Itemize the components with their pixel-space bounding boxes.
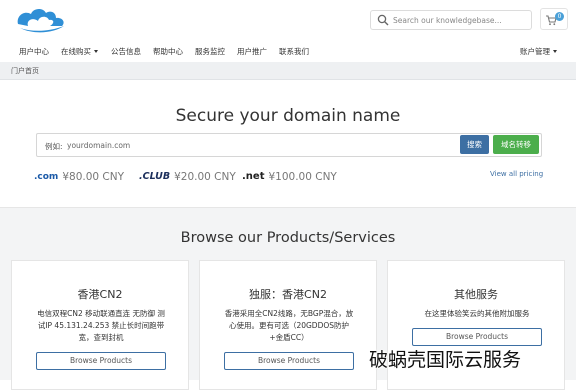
product-card-title: 香港CN2: [77, 288, 123, 301]
breadcrumb-home[interactable]: 门户首页: [11, 66, 39, 76]
products-heading: Browse our Products/Services: [180, 230, 396, 246]
nav-item-label: 账户管理: [520, 47, 550, 56]
view-all-pricing-link[interactable]: View all pricing: [490, 170, 543, 178]
browse-products-button[interactable]: Browse Products: [36, 352, 166, 370]
main-nav: 用户中心 在线购买 公告信息 帮助中心 服务监控 用户推广 联系我们 账户管理: [0, 43, 576, 61]
product-card-description: 香港采用全CN2线路，无BGP混合，放心使用。更有可选（20GDDOS防护+金盾…: [224, 309, 354, 342]
watermark-text: 破蜗壳国际云服务: [369, 349, 522, 371]
nav-item-label: 在线购买: [61, 47, 91, 56]
product-card-description: 在这里体验笑云的其他附加服务: [424, 309, 530, 318]
domain-search-section: Secure your domain name 例如: 搜索 域名转移 .com…: [0, 80, 576, 207]
tld-com[interactable]: .com ¥80.00 CNY: [34, 166, 125, 183]
caret-down-icon: [553, 50, 557, 53]
nav-item-contact[interactable]: 联系我们: [279, 46, 309, 57]
product-card-title: 独服：香港CN2: [249, 288, 327, 301]
browse-products-button[interactable]: Browse Products: [412, 328, 542, 346]
tld-net[interactable]: .net ¥100.00 CNY: [242, 166, 337, 183]
domain-example-prefix: 例如:: [45, 142, 63, 151]
nav-item-announcements[interactable]: 公告信息: [111, 46, 141, 57]
tld-logo-com: .com: [34, 171, 59, 182]
browse-products-button[interactable]: Browse Products: [224, 352, 354, 370]
search-icon: [377, 14, 389, 26]
product-card: 独服：香港CN2 香港采用全CN2线路，无BGP混合，放心使用。更有可选（20G…: [199, 260, 377, 390]
nav-item-user-center[interactable]: 用户中心: [19, 46, 49, 57]
tld-logo-club: .CLUB: [139, 171, 171, 182]
domain-input[interactable]: [67, 137, 407, 153]
tld-logo-net: .net: [242, 171, 265, 182]
nav-item-help-center[interactable]: 帮助中心: [153, 46, 183, 57]
domain-transfer-button[interactable]: 域名转移: [493, 135, 539, 154]
tld-club[interactable]: .CLUB ¥20.00 CNY: [139, 166, 236, 183]
domain-heading: Secure your domain name: [175, 106, 401, 126]
search-input[interactable]: [393, 12, 529, 28]
product-card: 香港CN2 电信双程CN2 移动联通直连 无防御 测试IP 45.131.24.…: [11, 260, 189, 390]
cart-button[interactable]: 0: [540, 8, 568, 30]
tld-price: ¥80.00 CNY: [62, 170, 125, 183]
cloud-logo-icon[interactable]: [14, 4, 70, 34]
caret-down-icon: [94, 50, 98, 53]
tld-price: ¥20.00 CNY: [174, 170, 236, 183]
nav-item-service-monitor[interactable]: 服务监控: [195, 46, 225, 57]
nav-item-affiliates[interactable]: 用户推广: [237, 46, 267, 57]
knowledgebase-search[interactable]: [370, 10, 532, 30]
breadcrumb: 门户首页: [0, 62, 576, 80]
site-header: 0 用户中心 在线购买 公告信息 帮助中心 服务监控 用户推广 联系我们 账户管…: [0, 0, 576, 62]
domain-search-button[interactable]: 搜索: [460, 135, 489, 154]
nav-item-account[interactable]: 账户管理: [520, 46, 557, 57]
cart-count-badge: 0: [555, 12, 564, 21]
tld-price: ¥100.00 CNY: [268, 170, 337, 183]
product-card-title: 其他服务: [454, 288, 498, 301]
product-card-description: 电信双程CN2 移动联通直连 无防御 测试IP 45.131.24.253 禁止…: [37, 309, 165, 342]
nav-item-buy-online[interactable]: 在线购买: [61, 46, 98, 57]
